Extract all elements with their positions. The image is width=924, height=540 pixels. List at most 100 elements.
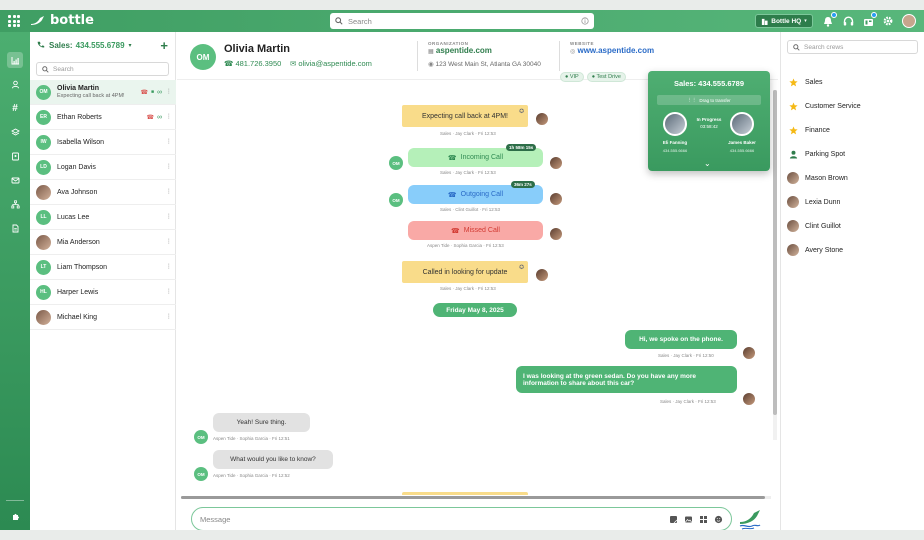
workspace-switcher[interactable]: Bottle HQ ▾ bbox=[755, 14, 813, 28]
chevron-down-icon[interactable]: ⌄ bbox=[704, 159, 711, 168]
mail-icon[interactable] bbox=[7, 172, 23, 188]
contact-list-item[interactable]: OM Olivia Martin Expecting call back at 4P… bbox=[30, 80, 176, 105]
contact-name: Harper Lewis bbox=[57, 288, 99, 296]
contact-list-item[interactable]: ER Ethan Roberts ☎ ∞ · · · bbox=[30, 105, 176, 130]
template-icon[interactable] bbox=[699, 515, 708, 524]
bell-icon[interactable] bbox=[822, 12, 837, 27]
contact-list-item[interactable]: IW Isabella Wilson · · · bbox=[30, 130, 176, 155]
outbound-message[interactable]: Hi, we spoke on the phone. bbox=[625, 330, 737, 349]
horizontal-scrollbar[interactable] bbox=[181, 496, 771, 499]
user-avatar[interactable] bbox=[902, 14, 916, 28]
voicemail-box-icon[interactable] bbox=[862, 12, 877, 27]
image-icon[interactable] bbox=[684, 515, 693, 524]
crew-item[interactable]: Lexia Dunn bbox=[787, 190, 923, 214]
crew-name: Lexia Dunn bbox=[805, 198, 841, 206]
global-search[interactable]: Search bbox=[330, 13, 594, 29]
crew-item[interactable]: Mason Brown bbox=[787, 166, 923, 190]
missed-call-bubble[interactable]: ☎ Missed Call bbox=[408, 221, 543, 240]
contact-avatar[interactable]: OM bbox=[190, 44, 216, 70]
inbound-message[interactable]: What would you like to know? bbox=[213, 450, 333, 469]
vertical-scrollbar[interactable] bbox=[773, 90, 777, 440]
phone-icon: ☎ bbox=[451, 227, 460, 235]
more-options-icon[interactable]: · · · bbox=[168, 286, 170, 297]
website-link[interactable]: ◎ www.aspentide.com bbox=[570, 46, 654, 55]
crew-item[interactable]: Sales bbox=[787, 70, 923, 94]
contact-list-item[interactable]: Ava Johnson · · · bbox=[30, 180, 176, 205]
gear-icon[interactable] bbox=[882, 15, 894, 27]
more-options-icon[interactable]: · · · bbox=[168, 236, 170, 247]
call-transfer-widget[interactable]: Sales: 434.555.6789 ⋮⋮ Drag to transfer … bbox=[648, 71, 770, 171]
info-icon[interactable] bbox=[581, 17, 589, 25]
note-icon[interactable] bbox=[669, 515, 678, 524]
contact-list-item[interactable]: Mia Anderson · · · bbox=[30, 230, 176, 255]
transfer-status-label: In Progress bbox=[696, 117, 722, 122]
global-search-input[interactable]: Search bbox=[348, 17, 581, 26]
send-button[interactable] bbox=[738, 508, 762, 530]
contact-avatar bbox=[36, 309, 51, 325]
headset-icon[interactable] bbox=[842, 15, 854, 27]
analytics-icon[interactable] bbox=[7, 52, 23, 68]
contact-avatar bbox=[36, 184, 51, 200]
more-options-icon[interactable]: · · · bbox=[168, 311, 170, 322]
hashtag-icon[interactable]: # bbox=[7, 100, 23, 116]
crew-item[interactable]: Finance bbox=[787, 118, 923, 142]
contact-email[interactable]: ✉ olivia@aspentide.com bbox=[290, 59, 372, 68]
transfer-from-number: 434.555.6666 bbox=[662, 148, 688, 153]
contacts-nav-icon[interactable] bbox=[7, 76, 23, 92]
crew-item[interactable]: Customer Service bbox=[787, 94, 923, 118]
contact-search-input[interactable]: Search bbox=[53, 66, 74, 73]
add-contact-button[interactable]: + bbox=[160, 38, 168, 53]
message-meta: Aspen Tide · Sophia Garcia · Fri 12:51 bbox=[213, 436, 290, 441]
crew-item[interactable]: Parking Spot bbox=[787, 142, 923, 166]
note-bubble[interactable]: Called in looking for update ✪ bbox=[402, 261, 528, 283]
more-options-icon[interactable]: · · · bbox=[168, 86, 170, 97]
message-composer[interactable]: Message bbox=[191, 507, 732, 530]
line-selector[interactable]: Sales: 434.555.6789 ▾ + bbox=[30, 32, 175, 58]
note-bubble[interactable]: Expecting call back at 4PM! ✪ bbox=[402, 105, 528, 127]
layers-icon[interactable] bbox=[7, 124, 23, 140]
crew-item[interactable]: Clint Guillot bbox=[787, 214, 923, 238]
agent-avatar bbox=[742, 392, 756, 406]
message-input[interactable]: Message bbox=[200, 515, 669, 524]
brand-logo[interactable]: bottle bbox=[30, 13, 94, 28]
contact-list-item[interactable]: HL Harper Lewis · · · bbox=[30, 280, 176, 305]
message-meta: Aspen Tide · Sophia Garcia · Fri 12:53 bbox=[427, 243, 504, 248]
more-options-icon[interactable]: · · · bbox=[168, 111, 170, 122]
crew-item[interactable]: Avery Stone bbox=[787, 238, 923, 262]
address-value: 123 West Main St, Atlanta GA 30040 bbox=[435, 61, 541, 68]
contact-name: Liam Thompson bbox=[57, 263, 108, 271]
more-options-icon[interactable]: · · · bbox=[168, 261, 170, 272]
note-bubble-partial bbox=[402, 492, 528, 495]
apps-grid-icon[interactable] bbox=[8, 15, 20, 27]
transfer-to-avatar[interactable] bbox=[730, 112, 754, 136]
more-options-icon[interactable]: · · · bbox=[168, 161, 170, 172]
contact-list-item[interactable]: LD Logan Davis · · · bbox=[30, 155, 176, 180]
document-icon[interactable] bbox=[7, 220, 23, 236]
address-book-icon[interactable] bbox=[7, 148, 23, 164]
crew-name: Customer Service bbox=[805, 102, 861, 110]
more-options-icon[interactable]: · · · bbox=[168, 186, 170, 197]
contact-list-item[interactable]: Michael King · · · bbox=[30, 305, 176, 330]
puzzle-icon[interactable] bbox=[7, 508, 23, 524]
scroll-thumb[interactable] bbox=[773, 90, 777, 415]
contact-name-block: Isabella Wilson bbox=[57, 139, 104, 146]
crew-search-input[interactable]: Search crews bbox=[804, 44, 843, 51]
drag-to-transfer-handle[interactable]: ⋮⋮ Drag to transfer bbox=[657, 95, 761, 105]
contact-list-item[interactable]: LL Lucas Lee · · · bbox=[30, 205, 176, 230]
scroll-thumb[interactable] bbox=[181, 496, 765, 499]
organization-value[interactable]: ▦ aspentide.com bbox=[428, 46, 541, 55]
inbound-message[interactable]: Yeah! Sure thing. bbox=[213, 413, 310, 432]
transfer-to-name: James Baker bbox=[728, 140, 756, 145]
org-chart-icon[interactable] bbox=[7, 196, 23, 212]
outbound-message[interactable]: I was looking at the green sedan. Do you… bbox=[516, 366, 737, 393]
contact-list-item[interactable]: LT Liam Thompson · · · bbox=[30, 255, 176, 280]
transfer-from-avatar[interactable] bbox=[663, 112, 687, 136]
emoji-icon[interactable] bbox=[714, 515, 723, 524]
more-options-icon[interactable]: · · · bbox=[168, 211, 170, 222]
contact-phone[interactable]: ☎ 481.726.3950 bbox=[224, 59, 281, 68]
crew-search[interactable]: Search crews bbox=[787, 40, 918, 54]
more-options-icon[interactable]: · · · bbox=[168, 136, 170, 147]
contact-name: Mia Anderson bbox=[57, 238, 100, 246]
contact-search[interactable]: Search bbox=[36, 62, 169, 76]
contact-avatar: LT bbox=[36, 259, 51, 275]
